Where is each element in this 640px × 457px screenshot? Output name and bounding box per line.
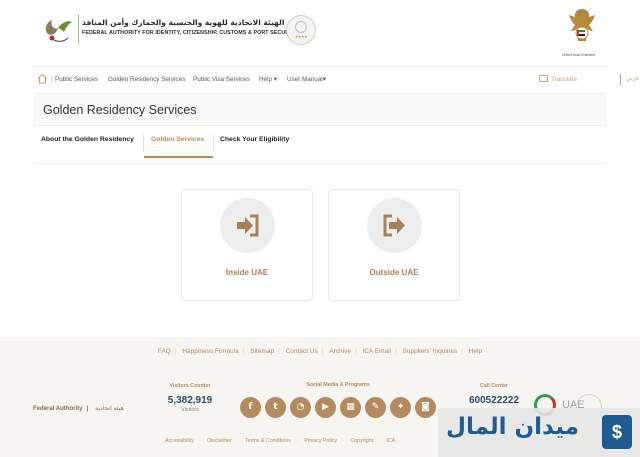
footer-link-privacy[interactable]: Privacy Policy (304, 438, 337, 444)
tab-golden-services[interactable]: Golden Services (144, 134, 213, 158)
footer-link-contact-us[interactable]: Contact Us (282, 348, 322, 355)
nav-item-user-manual[interactable]: User Manual▾ (287, 76, 326, 83)
home-icon[interactable] (37, 73, 48, 84)
instagram-icon[interactable]: ◙ (415, 397, 436, 418)
uae-emblem-icon (569, 9, 595, 41)
nav-item-golden-residency-services[interactable]: Golden Residency Services (108, 76, 185, 83)
call-number[interactable]: 600522222 (464, 395, 524, 406)
page-title-band: Golden Residency Services (33, 93, 607, 126)
card-icon-circle (367, 198, 422, 253)
footer-links: FAQ | Happiness Formula | Sitemap | Contact… (0, 348, 640, 355)
tools-icon[interactable]: ✎ (365, 397, 386, 418)
main-nav: Public Services Golden Residency Service… (33, 66, 640, 92)
nav-item-public-visa-services[interactable]: Public Visa Services (193, 76, 250, 83)
pdf-icon[interactable]: ✦ (390, 397, 411, 418)
authority-logo-icon[interactable] (40, 12, 76, 46)
twitter-icon[interactable]: t (265, 397, 286, 418)
lang-separator (620, 74, 621, 85)
watermark-logo-icon: $ (602, 415, 632, 449)
translate-label: Translate (551, 76, 578, 83)
tab-check-eligibility[interactable]: Check Your Eligibility (220, 134, 289, 158)
service-tabs: About the Golden Residency Golden Servic… (33, 128, 607, 164)
visitors-sub: Visitors (181, 407, 199, 413)
authority-name-ar: الهيئة الاتحادية للهوية والجنسية والجمار… (82, 18, 285, 27)
federal-authority-en: Federal Authority (33, 406, 83, 412)
rss-icon[interactable]: ◔ (290, 397, 311, 418)
footer-bottom-links: Accessibility - Disclaimer - Terms & Condi… (165, 438, 396, 444)
federal-authority-label: Federal Authority | هيئة اتحادية (33, 405, 124, 412)
footer-link-ica-email[interactable]: ICA Email (358, 348, 395, 355)
card-label: Outside UAE (369, 268, 419, 277)
nav-separator (51, 75, 52, 84)
facebook-icon[interactable]: f (240, 397, 261, 418)
footer-link-suppliers-inquiries[interactable]: Suppliers' Inquiries (399, 348, 462, 355)
rating-badge-icon: ★★★★ (286, 15, 316, 45)
footer-link-faq[interactable]: FAQ (154, 348, 175, 355)
visitors-counter: Visitors Counter 5,382,919 Visitors (160, 383, 220, 413)
translate-link[interactable]: Translate (539, 75, 577, 83)
visitors-heading: Visitors Counter (169, 383, 211, 389)
federal-authority-ar: هيئة اتحادية (95, 405, 124, 412)
windows-icon[interactable]: ▦ (340, 397, 361, 418)
page-title: Golden Residency Services (43, 103, 197, 117)
footer-link-sitemap[interactable]: Sitemap (246, 348, 278, 355)
youtube-icon[interactable]: ▶ (315, 397, 336, 418)
logo-divider (78, 14, 79, 44)
footer-link-accessibility[interactable]: Accessibility (165, 438, 194, 444)
footer-link-terms[interactable]: Terms & Conditions (245, 438, 291, 444)
card-icon-circle (220, 198, 275, 253)
footer-link-archive[interactable]: Archive (325, 348, 355, 355)
nav-item-public-services[interactable]: Public Services (55, 76, 98, 83)
inside-uae-card[interactable]: Inside UAE (181, 189, 313, 301)
footer-link-help[interactable]: Help (465, 348, 486, 355)
tab-about-golden-residency[interactable]: About the Golden Residency (41, 134, 134, 158)
badge-inner (295, 21, 307, 33)
sign-in-icon (237, 214, 259, 237)
watermark-text: ميدان المال (446, 414, 579, 440)
badge-stars: ★★★★ (294, 34, 308, 39)
watermark-overlay: ميدان المال $ (438, 408, 640, 457)
card-label: Inside UAE (225, 268, 269, 277)
footer-link-copyright[interactable]: Copyright (350, 438, 373, 444)
call-heading: Call Center (480, 383, 508, 389)
outside-uae-card[interactable]: Outside UAE (328, 189, 460, 301)
footer-link-disclaimer[interactable]: Disclaimer (207, 438, 232, 444)
call-center: Call Center 600522222 (464, 383, 524, 406)
translate-icon (539, 75, 548, 82)
emblem-label: United Arab Emirates (562, 53, 596, 57)
social-heading: Social Media & Programs (306, 382, 370, 388)
tab-separator (213, 134, 214, 152)
authority-name-en: FEDERAL AUTHORITY FOR IDENTITY, CITIZENS… (82, 30, 298, 36)
site-header: الهيئة الاتحادية للهوية والجنسية والجمار… (0, 0, 640, 64)
footer-link-happiness-formula[interactable]: Happiness Formula (178, 348, 242, 355)
footer-link-ica[interactable]: ICA (386, 438, 395, 444)
language-switch[interactable]: عربي (626, 75, 640, 82)
sign-out-icon (383, 214, 405, 237)
nav-item-help[interactable]: Help ▾ (259, 76, 277, 83)
visitors-count: 5,382,919 (167, 395, 213, 406)
